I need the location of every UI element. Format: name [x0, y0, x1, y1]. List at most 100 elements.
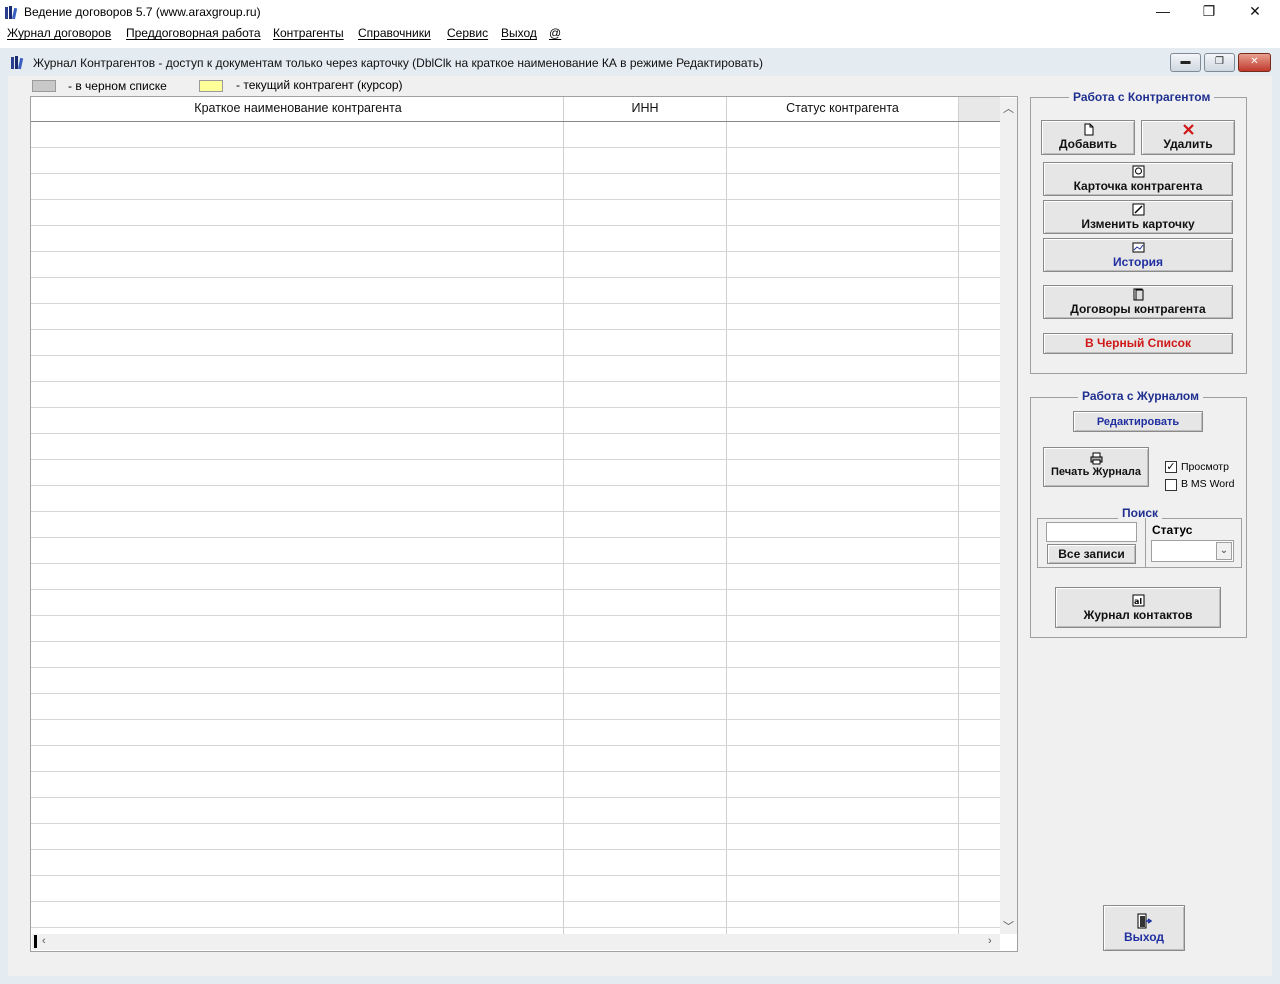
history-chart-icon	[1132, 242, 1144, 253]
current-color-swatch	[199, 80, 223, 92]
column-divider	[563, 97, 564, 934]
grid-row-line	[31, 901, 1000, 902]
grid-row-line	[31, 719, 1000, 720]
add-button-label: Добавить	[1058, 137, 1118, 151]
column-divider	[958, 97, 959, 934]
child-restore-button[interactable]: ❐	[1204, 53, 1235, 72]
contracts-folder-icon	[1133, 288, 1143, 301]
print-journal-label: Печать Журнала	[1051, 466, 1141, 478]
edit-journal-label: Редактировать	[1096, 416, 1180, 428]
search-group-title: Поиск	[1118, 506, 1163, 520]
legend-current-label: - текущий контрагент (курсор)	[236, 78, 403, 92]
column-header-inn[interactable]: ИНН	[564, 101, 726, 115]
scroll-thumb[interactable]	[34, 935, 37, 948]
grid-row-line	[31, 693, 1000, 694]
edit-card-button[interactable]: Изменить карточку	[1043, 200, 1233, 234]
grid-row-line	[31, 251, 1000, 252]
grid-row-line	[31, 615, 1000, 616]
scroll-left-arrow-icon[interactable]: ‹	[42, 935, 46, 947]
menu-contracts-journal[interactable]: Журнал договоров	[7, 26, 111, 40]
minimize-button[interactable]: —	[1140, 0, 1186, 24]
grid-row-line	[31, 303, 1000, 304]
grid-row-line	[31, 407, 1000, 408]
delete-button[interactable]: Удалить	[1141, 120, 1235, 155]
exit-door-icon	[1137, 913, 1152, 929]
exit-button[interactable]: Выход	[1103, 905, 1185, 951]
child-close-button[interactable]: ✕	[1238, 53, 1271, 72]
grid-row-line	[31, 173, 1000, 174]
counterparty-group-title: Работа с Контрагентом	[1069, 90, 1215, 104]
edit-card-label: Изменить карточку	[1081, 217, 1195, 231]
grid-row-line	[31, 381, 1000, 382]
grid-row-line	[31, 433, 1000, 434]
menu-directories[interactable]: Справочники	[358, 26, 431, 40]
child-minimize-button[interactable]: ▬	[1170, 53, 1201, 72]
grid-row-line	[31, 485, 1000, 486]
app-books-icon	[5, 6, 18, 20]
column-divider	[726, 97, 727, 934]
menu-counterparties[interactable]: Контрагенты	[273, 26, 344, 40]
search-divider	[1145, 518, 1146, 568]
search-input[interactable]	[1046, 522, 1137, 542]
close-button[interactable]: ✕	[1232, 0, 1278, 24]
child-books-icon	[11, 56, 24, 70]
all-records-label: Все записи	[1058, 547, 1125, 561]
card-view-icon	[1132, 165, 1144, 178]
child-window-title: Журнал Контрагентов - доступ к документа…	[33, 56, 763, 70]
grid-row-line	[31, 641, 1000, 642]
grid-row-line	[31, 927, 1000, 928]
grid-row-line	[31, 199, 1000, 200]
scroll-right-arrow-icon[interactable]: ›	[988, 935, 992, 947]
contacts-icon: al	[1132, 594, 1144, 607]
grid-row-line	[31, 277, 1000, 278]
add-button[interactable]: Добавить	[1041, 120, 1135, 155]
scroll-up-arrow-icon[interactable]: ︿	[1003, 100, 1014, 116]
window-title: Ведение договоров 5.7 (www.araxgroup.ru)	[24, 5, 261, 19]
column-header-name[interactable]: Краткое наименование контрагента	[33, 101, 563, 115]
grid-row-line	[31, 329, 1000, 330]
menu-exit[interactable]: Выход	[501, 26, 537, 40]
counterparty-contracts-button[interactable]: Договоры контрагента	[1043, 285, 1233, 319]
grid-row-line	[31, 771, 1000, 772]
grid-header-filler	[959, 97, 1000, 121]
status-filter-label: Статус	[1152, 523, 1193, 537]
exit-button-label: Выход	[1123, 930, 1165, 944]
edit-journal-button[interactable]: Редактировать	[1073, 411, 1203, 432]
scroll-down-arrow-icon[interactable]: ﹀	[1003, 918, 1014, 934]
grid-row-line	[31, 797, 1000, 798]
counterparty-grid[interactable]: Краткое наименование контрагента ИНН Ста…	[30, 96, 1018, 952]
printer-icon	[1090, 452, 1102, 465]
counterparty-card-button[interactable]: Карточка контрагента	[1043, 162, 1233, 196]
menu-service[interactable]: Сервис	[447, 26, 488, 40]
grid-row-line	[31, 849, 1000, 850]
menu-precontract-work[interactable]: Преддоговорная работа	[126, 26, 261, 40]
grid-row-line	[31, 745, 1000, 746]
preview-checkbox[interactable]: ✓	[1165, 461, 1177, 473]
history-button-label: История	[1112, 255, 1164, 269]
counterparty-contracts-label: Договоры контрагента	[1070, 302, 1206, 316]
grid-row-line	[31, 667, 1000, 668]
journal-group-title: Работа с Журналом	[1078, 389, 1203, 403]
counterparty-card-label: Карточка контрагента	[1073, 179, 1203, 193]
grid-horizontal-scrollbar[interactable]: ‹ ›	[32, 934, 1000, 950]
grid-row-line	[31, 563, 1000, 564]
blacklist-button[interactable]: В Черный Список	[1043, 333, 1233, 354]
grid-row-line	[31, 225, 1000, 226]
chevron-down-icon[interactable]: ⌄	[1216, 542, 1232, 560]
column-header-status[interactable]: Статус контрагента	[727, 101, 958, 115]
header-bottom-line	[31, 121, 1000, 122]
card-edit-icon	[1132, 203, 1144, 216]
all-records-button[interactable]: Все записи	[1047, 544, 1136, 564]
print-journal-button[interactable]: Печать Журнала	[1043, 447, 1149, 487]
maximize-button[interactable]: ❐	[1186, 0, 1232, 24]
msword-checkbox[interactable]	[1165, 479, 1177, 491]
grid-vertical-scrollbar[interactable]: ︿ ﹀	[1000, 98, 1017, 934]
grid-row-line	[31, 823, 1000, 824]
grid-row-line	[31, 875, 1000, 876]
history-button[interactable]: История	[1043, 238, 1233, 272]
status-filter-select[interactable]: ⌄	[1151, 540, 1234, 562]
grid-row-line	[31, 459, 1000, 460]
contacts-journal-button[interactable]: al Журнал контактов	[1055, 587, 1221, 628]
menu-at[interactable]: @	[549, 26, 561, 40]
preview-label: Просмотр	[1181, 461, 1229, 473]
